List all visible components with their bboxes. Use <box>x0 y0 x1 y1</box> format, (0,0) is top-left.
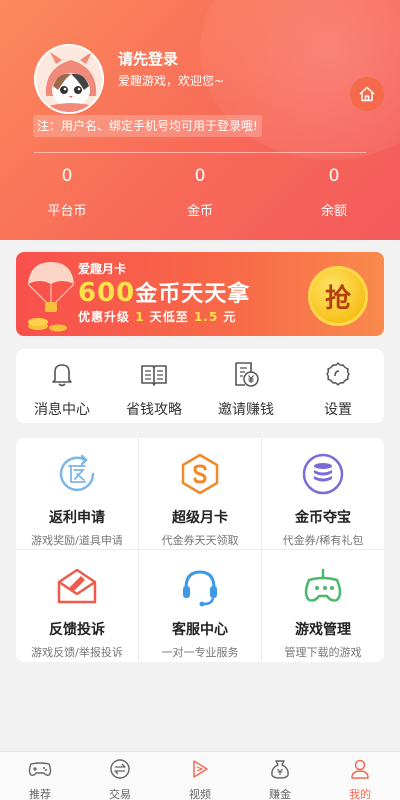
invite-money-icon <box>235 362 259 387</box>
banner-sub-mid: 天低至 <box>149 310 189 324</box>
banner-sub-num2: 1.5 <box>193 310 219 324</box>
service-desc: 代金券/稀有礼包 <box>282 534 364 547</box>
bell-icon <box>52 364 72 387</box>
service-feedback[interactable]: 反馈投诉 游戏反馈/举报投诉 <box>16 550 138 662</box>
service-monthly-card[interactable]: 超级月卡 代金券天天领取 <box>139 438 261 550</box>
stat-platform-coin[interactable]: 0 平台币 <box>22 166 112 219</box>
service-desc: 一对一专业服务 <box>161 646 239 659</box>
banner-headline-text: 金币天天拿 <box>135 282 251 307</box>
tab-label: 推荐 <box>29 788 51 800</box>
user-icon <box>351 759 369 779</box>
tab-label: 赚金 <box>269 788 291 800</box>
money-bag-icon <box>271 760 289 779</box>
stat-label: 平台币 <box>47 204 87 219</box>
quick-item-invite[interactable]: 邀请赚钱 <box>200 349 292 423</box>
monthly-card-banner[interactable]: 爱趣月卡 600金币天天拿 优惠升级 1 天低至 1.5 元 抢 <box>16 252 384 336</box>
quick-item-label: 邀请赚钱 <box>218 402 274 418</box>
service-title: 客服中心 <box>172 622 228 638</box>
banner-headline: 600金币天天拿 <box>78 276 250 308</box>
feedback-icon <box>57 568 97 604</box>
tab-mine[interactable]: 我的 <box>320 752 400 800</box>
quick-item-guide[interactable]: 省钱攻略 <box>108 349 200 423</box>
login-prompt[interactable]: 请先登录 <box>118 48 178 69</box>
service-desc: 代金券天天领取 <box>161 534 239 547</box>
service-title: 超级月卡 <box>172 510 228 526</box>
header-divider <box>34 152 366 153</box>
grab-button[interactable]: 抢 <box>308 266 368 326</box>
headset-icon <box>183 570 217 607</box>
tab-earn[interactable]: 赚金 <box>240 752 320 800</box>
avatar[interactable] <box>34 44 104 114</box>
rebate-icon <box>59 454 95 492</box>
login-notice: 注：用户名、绑定手机号均可用于登录哦! <box>33 115 262 137</box>
trade-icon <box>110 759 130 779</box>
stat-value: 0 <box>61 166 73 186</box>
service-grid: 返利申请 游戏奖励/道具申请 超级月卡 代金券天天领取 金币夺宝 代金券/稀有礼… <box>16 438 384 662</box>
welcome-text: 爱趣游戏，欢迎您~ <box>118 74 225 88</box>
stat-value: 0 <box>328 166 340 186</box>
video-icon <box>193 760 208 778</box>
gamepad-icon <box>304 568 342 602</box>
tab-video[interactable]: 视频 <box>160 752 240 800</box>
tab-label: 我的 <box>349 788 371 800</box>
parachute-coin-icon <box>27 262 75 332</box>
service-rebate[interactable]: 返利申请 游戏奖励/道具申请 <box>16 438 138 550</box>
gear-icon <box>326 362 350 386</box>
service-desc: 管理下载的游戏 <box>284 646 362 659</box>
coin-treasure-icon <box>302 453 344 495</box>
cat-avatar-icon <box>36 46 102 112</box>
tab-label: 交易 <box>109 788 131 800</box>
banner-sub-prefix: 优惠升级 <box>78 310 131 324</box>
tab-trade[interactable]: 交易 <box>80 752 160 800</box>
stat-gold-coin[interactable]: 0 金币 <box>155 166 245 219</box>
quick-item-label: 省钱攻略 <box>126 402 182 418</box>
banner-sub-suffix: 元 <box>223 310 237 324</box>
banner-sub-num1: 1 <box>135 310 145 324</box>
service-title: 反馈投诉 <box>49 622 105 638</box>
service-title: 游戏管理 <box>295 622 351 638</box>
home-icon <box>359 86 375 102</box>
service-title: 金币夺宝 <box>295 510 351 526</box>
service-desc: 游戏反馈/举报投诉 <box>31 646 123 659</box>
quick-item-label: 设置 <box>324 402 352 418</box>
quick-item-settings[interactable]: 设置 <box>292 349 384 423</box>
service-coin-treasure[interactable]: 金币夺宝 代金券/稀有礼包 <box>262 438 384 550</box>
tab-recommend[interactable]: 推荐 <box>0 752 80 800</box>
monthly-card-icon <box>181 453 219 495</box>
stat-value: 0 <box>194 166 206 186</box>
service-title: 返利申请 <box>49 510 105 526</box>
bottom-tab-bar: 推荐 交易 视频 赚金 我的 <box>0 751 400 800</box>
quick-item-label: 消息中心 <box>34 402 90 418</box>
banner-subtitle: 优惠升级 1 天低至 1.5 元 <box>78 308 236 325</box>
profile-header: 请先登录 爱趣游戏，欢迎您~ 注：用户名、绑定手机号均可用于登录哦! 0 平台币… <box>0 0 400 240</box>
service-customer-center[interactable]: 客服中心 一对一专业服务 <box>139 550 261 662</box>
service-desc: 游戏奖励/道具申请 <box>31 534 123 547</box>
book-icon <box>141 365 167 386</box>
banner-highlight: 600 <box>78 278 136 308</box>
service-game-manager[interactable]: 游戏管理 管理下载的游戏 <box>262 550 384 662</box>
quick-item-messages[interactable]: 消息中心 <box>16 349 108 423</box>
stat-label: 余额 <box>320 204 347 219</box>
stat-label: 金币 <box>186 204 213 219</box>
quick-menu: 消息中心 省钱攻略 邀请赚钱 设置 <box>16 349 384 423</box>
banner-small-title: 爱趣月卡 <box>78 262 127 276</box>
tab-label: 视频 <box>189 788 211 800</box>
stat-balance[interactable]: 0 余额 <box>289 166 379 219</box>
home-button[interactable] <box>350 77 384 111</box>
gamepad-tab-icon <box>28 762 52 776</box>
